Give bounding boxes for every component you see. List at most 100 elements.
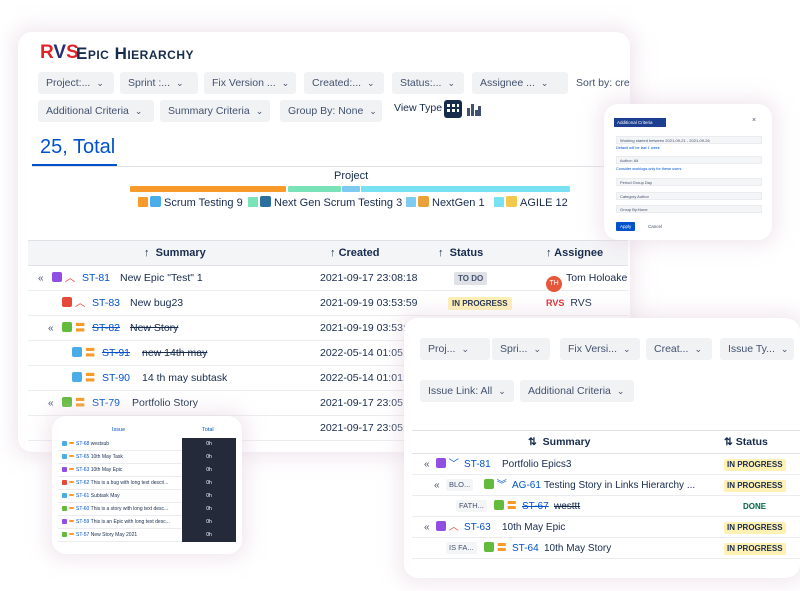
table-row[interactable]: ST-63 10th May Epic 0h [58, 464, 236, 477]
filter-project[interactable]: Proj... ⌄ [420, 338, 490, 360]
issue-cell: ST-60 This is a story with long text des… [62, 503, 168, 516]
issue-summary: This is a story with long text desc... [90, 506, 169, 512]
table-row[interactable]: IS FA... 〓 ST-64 10th May Story IN PROGR… [412, 538, 800, 559]
filter-fix-version[interactable]: Fix Versi... ⌄ [560, 338, 640, 360]
table-row[interactable]: ST-65 10th May Task 0h [58, 451, 236, 464]
issue-key[interactable]: ST-90 [102, 366, 130, 391]
issue-key[interactable]: ST-60 [76, 506, 89, 512]
table-row[interactable]: ︿ ST-83 New bug23 2021-09-19 03:53:59 IN… [28, 291, 628, 316]
column-summary[interactable]: ⇅ Summary [528, 430, 591, 454]
issue-key[interactable]: ST-79 [92, 391, 120, 416]
created-date: 2021-09-17 23:05:54 [320, 422, 418, 434]
column-summary[interactable]: ↑ Summary [144, 240, 206, 266]
table-row[interactable]: ST-68 westsub 0h [58, 438, 236, 451]
collapse-toggle[interactable]: « [424, 454, 430, 475]
project-bar-nextgen[interactable] [342, 186, 360, 192]
issue-key[interactable]: ST-63 [464, 517, 491, 538]
filter-created[interactable]: Creat... ⌄ [646, 338, 712, 360]
table-row[interactable]: « BLO... ︾ AG-61 Testing Story in Links … [412, 475, 800, 496]
filter-status[interactable]: Status:... ⌄ [392, 72, 464, 94]
category-field[interactable]: Category Author [616, 192, 762, 200]
collapse-toggle[interactable]: « [38, 266, 44, 291]
table-row[interactable]: FATH... 〓 ST-67 westtt DONE [412, 496, 800, 517]
status-badge: DONE [743, 502, 767, 511]
chart-view-icon[interactable] [466, 102, 481, 116]
apply-button[interactable]: Apply [616, 222, 636, 231]
issue-type-icon [62, 466, 67, 472]
issue-key[interactable]: ST-83 [92, 291, 120, 316]
hint-link[interactable]: Consider worklogs only for these users [616, 167, 681, 171]
issue-key[interactable]: ST-62 [76, 480, 89, 486]
scrum-project-icon [150, 196, 161, 207]
table-row[interactable]: ST-59 This is an Epic with long text des… [58, 516, 236, 529]
period-group-field[interactable]: Period Group Day [616, 178, 762, 186]
column-total[interactable]: Total [202, 424, 214, 436]
issue-key[interactable]: ST-91 [102, 341, 130, 366]
priority-icon [69, 533, 74, 535]
issue-key[interactable]: ST-61 [76, 493, 89, 499]
issue-key[interactable]: ST-63 [76, 467, 89, 473]
project-bar-next-gen-scrum[interactable] [288, 186, 341, 192]
created-date: 2021-09-19 03:53:51 [320, 322, 418, 334]
issue-key[interactable]: ST-68 [76, 441, 89, 447]
collapse-toggle[interactable]: « [434, 475, 440, 496]
group-by-field[interactable]: Group By:None [616, 205, 762, 213]
filter-fix-version[interactable]: Fix Version ... ⌄ [204, 72, 296, 94]
worklog-summary-panel: Issue Total ST-68 westsub 0h ST-65 10th Ma… [52, 416, 242, 554]
filter-created[interactable]: Created:... ⌄ [304, 72, 384, 94]
table-row[interactable]: ST-57 New Story May 2021 0h [58, 529, 236, 542]
collapse-toggle[interactable]: « [424, 517, 430, 538]
issue-key[interactable]: AG-61 [512, 475, 541, 496]
issue-key[interactable]: ST-81 [464, 454, 491, 475]
table-row[interactable]: ST-61 Subtask May 0h [58, 490, 236, 503]
additional-criteria-panel: Additional Criteria × Working started be… [604, 104, 772, 240]
issue-key[interactable]: ST-81 [82, 266, 110, 291]
status-badge: TO DO [454, 266, 488, 291]
issue-key[interactable]: ST-64 [512, 538, 539, 559]
filter-additional-criteria[interactable]: Additional Criteria ⌄ [38, 100, 154, 122]
table-row[interactable]: « ︿ ST-81 New Epic "Test" 1 2021-09-17 2… [28, 266, 628, 292]
issue-key[interactable]: ST-57 [76, 532, 89, 538]
project-bar-scrum-testing[interactable] [130, 186, 286, 192]
hint-link[interactable]: Default will be last 1 week [616, 146, 660, 150]
issue-key[interactable]: ST-59 [76, 519, 89, 525]
table-row[interactable]: « ︿ ST-63 10th May Epic IN PROGRESS [412, 517, 800, 538]
issue-key[interactable]: ST-65 [76, 454, 89, 460]
table-row[interactable]: ST-62 This is a bug with long text descr… [58, 477, 236, 490]
filter-sprint[interactable]: Sprint :... ⌄ [120, 72, 198, 94]
author-field[interactable]: Author: All [616, 156, 762, 164]
filter-assignee[interactable]: Assignee ... ⌄ [472, 72, 568, 94]
worklog-date-range-field[interactable]: Working started between 2021-09-21 - 202… [616, 136, 762, 144]
project-chart-title: Project [334, 170, 369, 182]
column-assignee[interactable]: ↑ Assignee [546, 240, 603, 266]
filter-issue-link[interactable]: Issue Link: All ⌄ [420, 380, 514, 402]
table-view-icon[interactable] [444, 100, 462, 118]
column-issue[interactable]: Issue [112, 424, 125, 436]
project-bar-agile[interactable] [361, 186, 570, 192]
issue-key[interactable]: ST-67 [522, 496, 549, 517]
issue-cell: ST-59 This is an Epic with long text des… [62, 516, 170, 529]
filter-issue-type[interactable]: Issue Ty... ⌄ [720, 338, 794, 360]
priority-icon [69, 455, 74, 457]
issue-summary: New Story [130, 322, 179, 334]
filter-sprint[interactable]: Spri... ⌄ [492, 338, 550, 360]
close-icon[interactable]: × [752, 117, 756, 124]
table-row[interactable]: « ﹀ ST-81 Portfolio Epics3 IN PROGRESS [412, 454, 800, 475]
cancel-button[interactable]: Cancel [644, 222, 666, 231]
table-row[interactable]: ST-60 This is a story with long text des… [58, 503, 236, 516]
filter-project[interactable]: Project:... ⌄ [38, 72, 114, 94]
column-status[interactable]: ↑ Status [438, 240, 483, 266]
filter-summary-criteria[interactable]: Summary Criteria ⌄ [160, 100, 270, 122]
divider [32, 166, 622, 167]
column-created[interactable]: ↑ Created [330, 240, 380, 266]
agile-project-icon [506, 196, 517, 207]
sort-by[interactable]: Sort by: cre [568, 72, 630, 94]
group-by[interactable]: Group By: None ⌄ [280, 100, 382, 122]
column-status[interactable]: ⇅ Status [724, 430, 768, 454]
collapse-toggle[interactable]: « [48, 316, 54, 341]
collapse-toggle[interactable]: « [48, 391, 54, 416]
filter-additional-criteria[interactable]: Additional Criteria ⌄ [520, 380, 634, 402]
issue-key[interactable]: ST-82 [92, 316, 120, 341]
page-title: Epic Hierarchy [76, 44, 195, 63]
issue-summary: This is an Epic with long text desc... [90, 519, 170, 525]
